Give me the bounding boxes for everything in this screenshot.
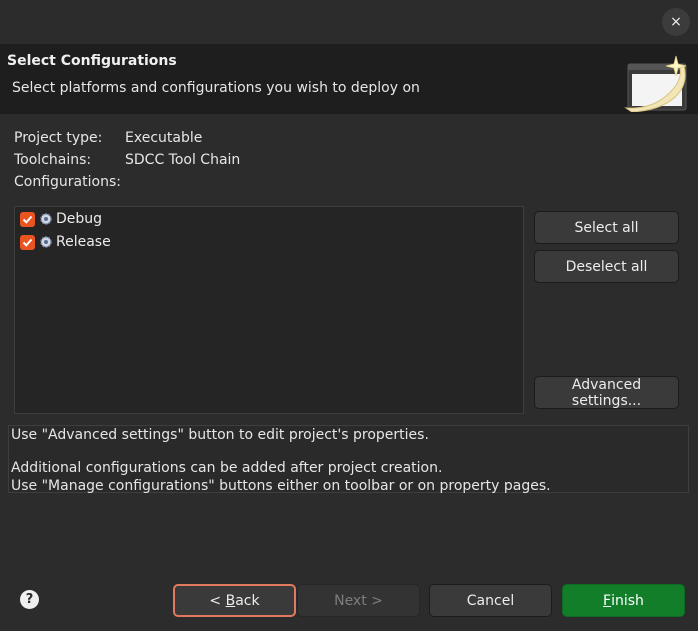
back-button-mnemonic: B bbox=[225, 592, 236, 609]
toolchains-label: Toolchains: bbox=[14, 152, 92, 168]
page-subtitle: Select platforms and configurations you … bbox=[12, 80, 420, 96]
close-icon[interactable]: × bbox=[662, 8, 690, 36]
select-all-button[interactable]: Select all bbox=[534, 211, 679, 244]
message-line-2: Additional configurations can be added a… bbox=[11, 460, 443, 476]
message-line-1: Use "Advanced settings" button to edit p… bbox=[11, 427, 429, 443]
project-type-value: Executable bbox=[125, 130, 203, 146]
back-button-prefix: < bbox=[209, 592, 226, 609]
configurations-label: Configurations: bbox=[14, 174, 121, 190]
finish-button-mnemonic: F bbox=[603, 592, 612, 609]
toolchains-value: SDCC Tool Chain bbox=[125, 152, 241, 168]
page-title: Select Configurations bbox=[7, 53, 177, 69]
gear-icon bbox=[40, 236, 52, 248]
list-item-debug[interactable]: Debug bbox=[20, 209, 102, 229]
cancel-button[interactable]: Cancel bbox=[429, 584, 552, 617]
configurations-list[interactable]: Debug Release bbox=[14, 206, 524, 414]
gear-icon bbox=[40, 213, 52, 225]
title-bar: × bbox=[0, 0, 698, 44]
message-area: Use "Advanced settings" button to edit p… bbox=[8, 425, 689, 494]
checkmark-icon bbox=[22, 238, 33, 247]
message-line-3: Use "Manage configurations" buttons eith… bbox=[11, 478, 551, 494]
finish-button-rest: inish bbox=[611, 592, 644, 609]
back-button-rest: ack bbox=[235, 592, 260, 609]
wizard-banner-icon bbox=[624, 55, 687, 112]
checkmark-icon bbox=[22, 215, 33, 224]
next-button[interactable]: Next > bbox=[297, 584, 420, 617]
config-label-release: Release bbox=[56, 234, 111, 250]
list-item-release[interactable]: Release bbox=[20, 232, 111, 252]
config-label-debug: Debug bbox=[56, 211, 103, 227]
project-type-label: Project type: bbox=[14, 130, 103, 146]
help-icon[interactable]: ? bbox=[20, 590, 39, 609]
finish-button[interactable]: Finish bbox=[562, 584, 685, 617]
wizard-header: Select Configurations Select platforms a… bbox=[0, 44, 698, 114]
advanced-settings-button[interactable]: Advanced settings... bbox=[534, 376, 679, 409]
deselect-all-button[interactable]: Deselect all bbox=[534, 250, 679, 283]
release-checkbox[interactable] bbox=[20, 234, 35, 250]
back-button[interactable]: < Back bbox=[173, 584, 296, 617]
debug-checkbox[interactable] bbox=[20, 211, 35, 227]
